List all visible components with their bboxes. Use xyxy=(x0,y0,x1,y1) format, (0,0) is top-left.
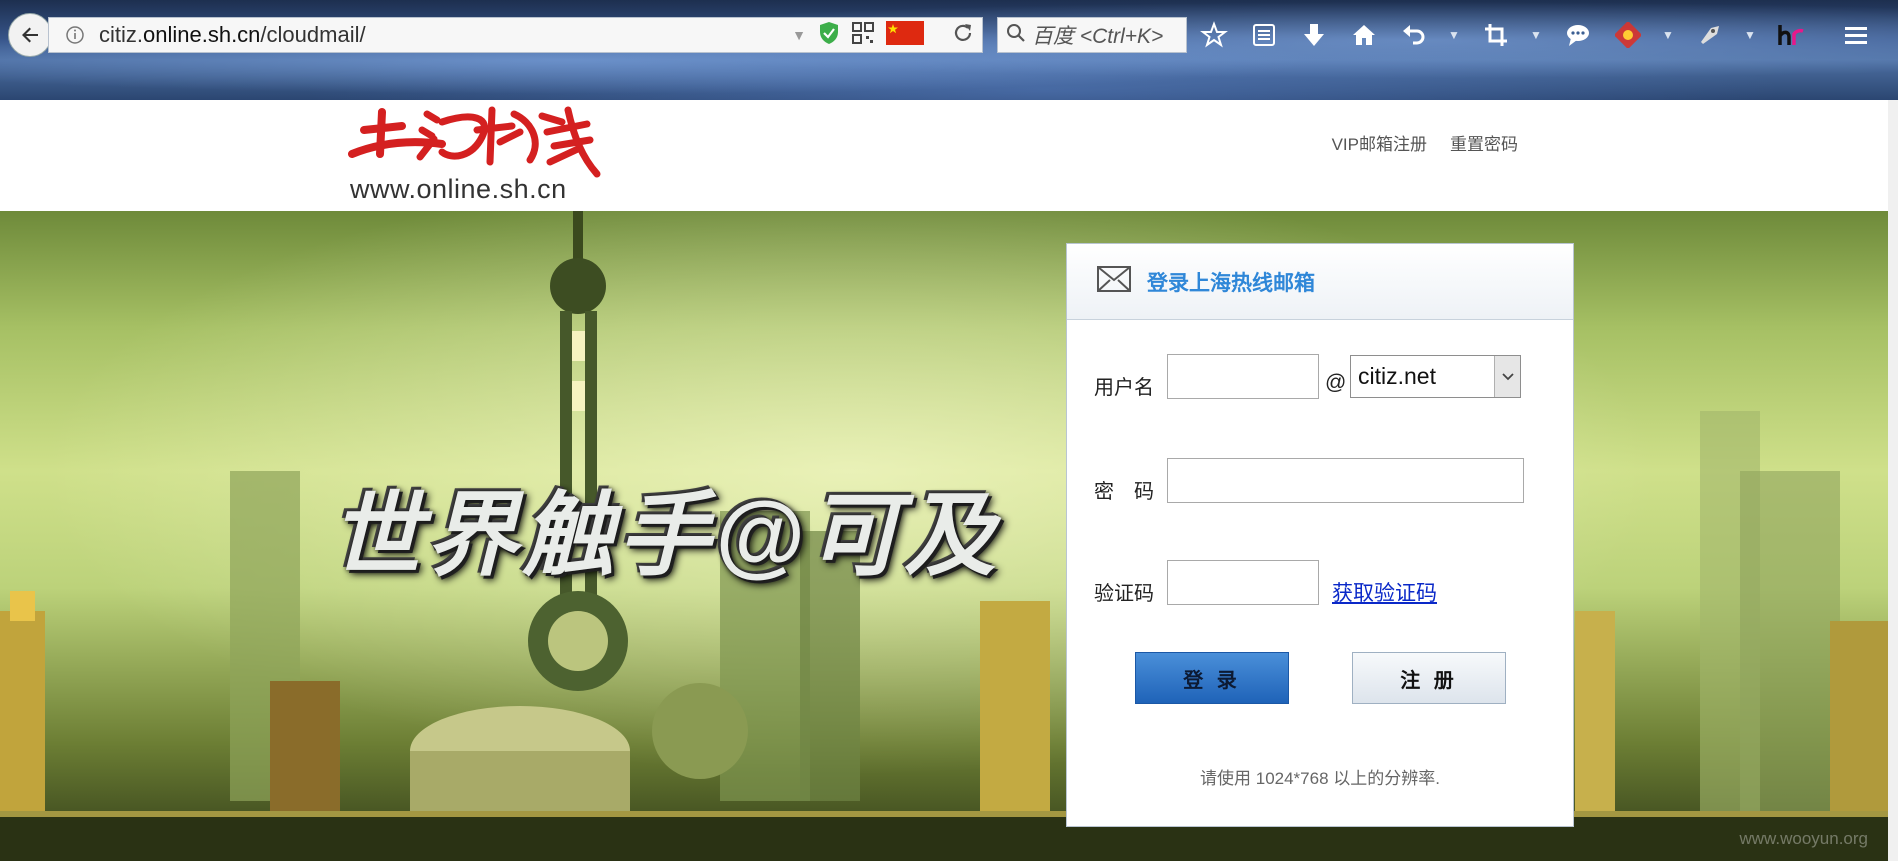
back-arrow-icon xyxy=(22,27,38,43)
crop-dropdown-icon[interactable]: ▼ xyxy=(1530,28,1544,42)
china-flag-icon xyxy=(886,20,924,50)
captcha-input[interactable] xyxy=(1167,560,1319,605)
dropdown-arrow-icon[interactable]: ▼ xyxy=(792,27,806,43)
at-symbol: @ xyxy=(1325,371,1347,394)
hr-extension-icon[interactable] xyxy=(1776,19,1808,51)
domain-selected-value: citiz.net xyxy=(1358,363,1436,389)
header-links: VIP邮箱注册 重置密码 xyxy=(1332,130,1518,155)
register-button[interactable]: 注 册 xyxy=(1352,652,1506,704)
login-panel: 登录上海热线邮箱 用户名 @ citiz.net 密 码 验证码 获取验证码 登… xyxy=(1066,243,1574,827)
menu-icon[interactable] xyxy=(1840,19,1872,51)
qr-code-icon[interactable] xyxy=(852,21,874,49)
search-icon xyxy=(1006,23,1026,48)
site-logo[interactable]: www.online.sh.cn xyxy=(342,102,602,206)
envelope-icon xyxy=(1097,266,1131,297)
username-input[interactable] xyxy=(1167,354,1319,399)
bookmark-star-icon[interactable] xyxy=(1198,19,1230,51)
fortune-icon[interactable] xyxy=(1612,19,1644,51)
shanghai-hotline-logo-mark xyxy=(348,106,601,178)
back-button[interactable] xyxy=(8,13,52,57)
browser-toolbar: citiz.online.sh.cn/cloudmail/ ▼ 百度 <Ctrl… xyxy=(0,13,1898,57)
reload-icon[interactable] xyxy=(952,22,974,49)
reset-password-link[interactable]: 重置密码 xyxy=(1450,130,1518,155)
page-scrollbar[interactable] xyxy=(1888,100,1898,861)
reading-list-icon[interactable] xyxy=(1248,19,1280,51)
get-captcha-link[interactable]: 获取验证码 xyxy=(1332,577,1437,607)
shield-icon[interactable] xyxy=(818,21,840,50)
download-icon[interactable] xyxy=(1298,19,1330,51)
crop-icon[interactable] xyxy=(1480,19,1512,51)
search-placeholder: 百度 <Ctrl+K> xyxy=(1032,25,1164,48)
site-header: www.online.sh.cn VIP邮箱注册 重置密码 xyxy=(0,100,1898,211)
password-input[interactable] xyxy=(1167,458,1524,503)
info-icon[interactable] xyxy=(61,25,89,45)
password-label: 密 码 xyxy=(1094,481,1154,503)
captcha-label: 验证码 xyxy=(1094,583,1154,605)
domain-select[interactable]: citiz.net xyxy=(1350,355,1521,398)
search-input[interactable]: 百度 <Ctrl+K> xyxy=(997,17,1187,53)
logo-url-text: www.online.sh.cn xyxy=(350,174,567,204)
chevron-down-icon[interactable] xyxy=(1494,356,1520,397)
vip-register-link[interactable]: VIP邮箱注册 xyxy=(1332,130,1427,155)
url-text: citiz.online.sh.cn/cloudmail/ xyxy=(99,22,366,47)
login-title: 登录上海热线邮箱 xyxy=(1147,271,1315,295)
watermark-text: www.wooyun.org xyxy=(1739,829,1868,848)
browser-chrome: citiz.online.sh.cn/cloudmail/ ▼ 百度 <Ctrl… xyxy=(0,0,1898,100)
extension-dropdown-icon[interactable]: ▼ xyxy=(1744,28,1758,42)
fortune-dropdown-icon[interactable]: ▼ xyxy=(1662,28,1676,42)
undo-dropdown-icon[interactable]: ▼ xyxy=(1448,28,1462,42)
resolution-note: 请使用 1024*768 以上的分辨率. xyxy=(1200,769,1440,788)
chat-bubble-icon[interactable] xyxy=(1562,19,1594,51)
username-label: 用户名 xyxy=(1094,377,1154,399)
login-header: 登录上海热线邮箱 xyxy=(1067,244,1573,320)
undo-icon[interactable] xyxy=(1398,19,1430,51)
hero-banner: 世界触手@可及 www.wooyun.org xyxy=(0,211,1888,861)
login-button[interactable]: 登 录 xyxy=(1135,652,1289,704)
banner-slogan: 世界触手@可及 xyxy=(330,485,1000,587)
extension-icon[interactable] xyxy=(1694,19,1726,51)
home-icon[interactable] xyxy=(1348,19,1380,51)
address-bar[interactable]: citiz.online.sh.cn/cloudmail/ ▼ xyxy=(48,17,983,53)
